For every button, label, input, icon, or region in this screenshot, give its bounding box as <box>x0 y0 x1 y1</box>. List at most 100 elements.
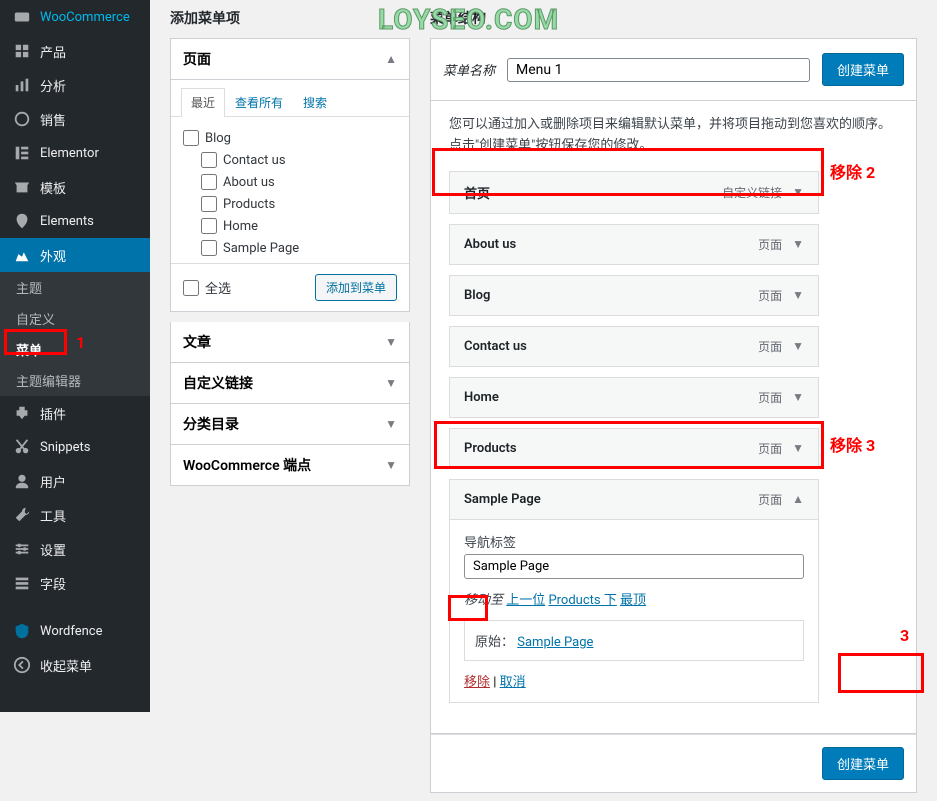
menu-item-contact[interactable]: Contact us页面▼ <box>449 326 819 367</box>
sidebar-item-templates[interactable]: 模板 <box>0 170 150 204</box>
sidebar-item-appearance[interactable]: 外观 <box>0 238 150 272</box>
sidebar-item-tools[interactable]: 工具 <box>0 498 150 532</box>
sidebar-label: Wordfence <box>40 624 103 639</box>
menu-name-label: 菜单名称 <box>443 60 495 79</box>
move-under-link[interactable]: Products 下 <box>548 593 616 608</box>
menu-item-title: Sample Page <box>464 492 541 507</box>
sidebar-label: WooCommerce <box>40 10 130 25</box>
sidebar-label: 字段 <box>40 574 66 593</box>
tab-search[interactable]: 搜索 <box>293 88 337 116</box>
accordion-woocommerce[interactable]: WooCommerce 端点 ▼ <box>170 445 410 486</box>
add-to-menu-button[interactable]: 添加到菜单 <box>315 274 397 301</box>
nav-label-input[interactable] <box>464 554 804 579</box>
submenu-customize[interactable]: 自定义 <box>0 303 150 334</box>
sidebar-label: 销售 <box>40 110 66 129</box>
accordion-title: WooCommerce 端点 <box>183 455 311 475</box>
menu-item-title: Products <box>464 441 517 456</box>
menu-item-home[interactable]: Home页面▼ <box>449 377 819 418</box>
menu-item-type: 页面 <box>758 440 782 457</box>
checkbox-products[interactable] <box>201 196 217 212</box>
plugins-icon <box>12 403 32 423</box>
chevron-down-icon[interactable]: ▼ <box>792 441 804 455</box>
original-box: 原始： Sample Page <box>464 620 804 661</box>
settings-icon <box>12 539 32 559</box>
sidebar-item-fields[interactable]: 字段 <box>0 566 150 600</box>
menu-item-type: 页面 <box>758 287 782 304</box>
checkbox-home[interactable] <box>201 218 217 234</box>
main-content: 添加菜单项 页面▲ 最近 查看所有 搜索 Blog Contact us Abo… <box>150 0 937 801</box>
menu-item-blog[interactable]: Blog 页面 ▼ <box>449 275 819 316</box>
sidebar-item-snippets[interactable]: Snippets <box>0 430 150 464</box>
chevron-down-icon[interactable]: ▼ <box>792 185 804 199</box>
sidebar-item-products[interactable]: 产品 <box>0 34 150 68</box>
original-link[interactable]: Sample Page <box>517 635 593 650</box>
accordion-title: 自定义链接 <box>183 373 253 393</box>
separator: | <box>490 675 500 690</box>
submenu-menus[interactable]: 菜单 <box>0 334 150 365</box>
menu-item-sample-body: 导航标签 移动至 上一位 Products 下 最顶 原始： Sample Pa… <box>449 520 819 703</box>
menu-item-home-custom[interactable]: 首页自定义链接▼ <box>449 171 819 214</box>
sidebar-item-collapse[interactable]: 收起菜单 <box>0 648 150 682</box>
chevron-down-icon: ▼ <box>385 458 397 472</box>
page-label: Sample Page <box>223 241 299 256</box>
users-icon <box>12 471 32 491</box>
remove-link[interactable]: 移除 <box>464 675 490 690</box>
page-label: Home <box>223 219 258 234</box>
woocommerce-icon <box>12 7 32 27</box>
accordion-custom-links[interactable]: 自定义链接▼ <box>170 363 410 404</box>
checkbox-sample[interactable] <box>201 240 217 256</box>
move-up-link[interactable]: 上一位 <box>506 593 545 608</box>
elementor-icon <box>12 143 32 163</box>
create-menu-button-top[interactable]: 创建菜单 <box>822 53 904 86</box>
sidebar-item-users[interactable]: 用户 <box>0 464 150 498</box>
chevron-down-icon[interactable]: ▼ <box>792 339 804 353</box>
sidebar-label: Snippets <box>40 440 91 455</box>
menu-name-row: 菜单名称 创建菜单 <box>430 38 917 101</box>
original-label: 原始： <box>475 635 514 650</box>
page-label: Contact us <box>223 153 286 168</box>
tab-view-all[interactable]: 查看所有 <box>225 88 293 116</box>
snippets-icon <box>12 437 32 457</box>
sidebar-item-elements[interactable]: Elements <box>0 204 150 238</box>
submenu-themes[interactable]: 主题 <box>0 272 150 303</box>
sidebar-item-analytics[interactable]: 分析 <box>0 68 150 102</box>
chevron-down-icon[interactable]: ▼ <box>792 390 804 404</box>
move-label: 移动至 <box>464 593 503 608</box>
accordion-title: 文章 <box>183 332 211 352</box>
sidebar-label: 外观 <box>40 246 66 265</box>
cancel-link[interactable]: 取消 <box>500 675 526 690</box>
move-top-link[interactable]: 最顶 <box>620 593 646 608</box>
checkbox-about[interactable] <box>201 174 217 190</box>
sidebar-item-plugins[interactable]: 插件 <box>0 396 150 430</box>
pages-panel-header[interactable]: 页面▲ <box>171 39 409 80</box>
create-menu-button-bottom[interactable]: 创建菜单 <box>822 747 904 780</box>
menu-item-sample[interactable]: Sample Page页面▲ <box>449 479 819 520</box>
menu-item-about[interactable]: About us页面▼ <box>449 224 819 265</box>
chevron-down-icon[interactable]: ▼ <box>792 288 804 302</box>
sidebar-label: 模板 <box>40 178 66 197</box>
sidebar-label: 产品 <box>40 42 66 61</box>
accordion-posts[interactable]: 文章▼ <box>170 322 410 363</box>
menu-item-title: Blog <box>464 288 490 303</box>
tab-recent[interactable]: 最近 <box>181 88 225 117</box>
select-all-checkbox[interactable] <box>183 280 199 296</box>
sidebar-item-wordfence[interactable]: Wordfence <box>0 614 150 648</box>
products-icon <box>12 41 32 61</box>
watermark-text: LOYSEO.COM <box>378 3 559 36</box>
checkbox-contact[interactable] <box>201 152 217 168</box>
submenu-theme-editor[interactable]: 主题编辑器 <box>0 365 150 396</box>
sidebar-submenu: 主题 自定义 菜单 主题编辑器 <box>0 272 150 396</box>
sidebar-item-settings[interactable]: 设置 <box>0 532 150 566</box>
chevron-up-icon[interactable]: ▲ <box>792 492 804 506</box>
menu-name-input[interactable] <box>507 58 810 82</box>
nav-label: 导航标签 <box>464 532 804 551</box>
accordion-categories[interactable]: 分类目录▼ <box>170 404 410 445</box>
sidebar-item-sales[interactable]: 销售 <box>0 102 150 136</box>
sidebar-item-elementor[interactable]: Elementor <box>0 136 150 170</box>
menu-item-title: Home <box>464 390 499 405</box>
sidebar-label: 收起菜单 <box>40 656 92 675</box>
checkbox-blog[interactable] <box>183 130 199 146</box>
chevron-down-icon[interactable]: ▼ <box>792 237 804 251</box>
menu-item-products[interactable]: Products 页面 ▼ <box>449 428 819 469</box>
sidebar-item-woocommerce[interactable]: WooCommerce <box>0 0 150 34</box>
